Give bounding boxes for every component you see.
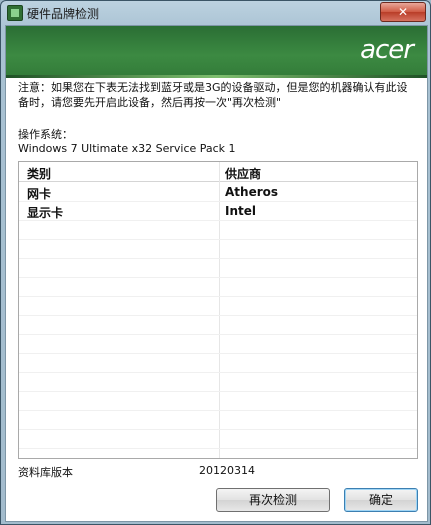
- ok-button[interactable]: 确定: [344, 488, 418, 512]
- column-header-vendor[interactable]: 供应商: [225, 165, 261, 182]
- retry-detect-button[interactable]: 再次检测: [216, 488, 330, 512]
- empty-row: [19, 296, 417, 316]
- notice-text: 注意：如果您在下表无法找到蓝牙或是3G的设备驱动，但是您的机器确认有此设备时，请…: [18, 81, 408, 109]
- app-window: 硬件品牌检测 ✕ acer 注意：如果您在下表无法找到蓝牙或是3G的设备驱动，但…: [0, 0, 431, 525]
- vendor-cell: Intel: [225, 204, 256, 218]
- table-row[interactable]: 网卡 Atheros: [19, 182, 417, 202]
- database-version-label: 资料库版本: [18, 466, 73, 479]
- empty-row: [19, 220, 417, 240]
- acer-logo: acer: [360, 35, 414, 65]
- empty-row: [19, 410, 417, 430]
- client-area: acer 注意：如果您在下表无法找到蓝牙或是3G的设备驱动，但是您的机器确认有此…: [5, 25, 428, 522]
- empty-row: [19, 353, 417, 373]
- empty-row: [19, 315, 417, 335]
- empty-row: [19, 258, 417, 278]
- window-title: 硬件品牌检测: [27, 7, 100, 21]
- table-header: 类别 供应商: [19, 162, 417, 182]
- empty-row: [19, 239, 417, 259]
- category-cell: 显示卡: [27, 206, 64, 220]
- category-cell: 网卡: [27, 187, 52, 201]
- vendor-cell: Atheros: [225, 185, 279, 199]
- database-version-value: 20120314: [199, 464, 255, 477]
- empty-row: [19, 391, 417, 411]
- close-button[interactable]: ✕: [380, 2, 426, 22]
- banner-divider: [6, 75, 427, 78]
- empty-row: [19, 372, 417, 392]
- device-table[interactable]: 类别 供应商 网卡 Atheros 显示卡 Intel: [18, 161, 418, 459]
- table-row[interactable]: 显示卡 Intel: [19, 201, 417, 221]
- empty-row: [19, 429, 417, 449]
- app-icon: [7, 5, 23, 21]
- column-header-category[interactable]: 类别: [27, 165, 51, 182]
- title-bar[interactable]: 硬件品牌检测 ✕: [1, 1, 430, 23]
- os-value: Windows 7 Ultimate x32 Service Pack 1: [18, 142, 236, 155]
- empty-row: [19, 277, 417, 297]
- empty-row: [19, 334, 417, 354]
- brand-banner: acer: [6, 26, 427, 75]
- os-label: 操作系统：: [18, 128, 73, 141]
